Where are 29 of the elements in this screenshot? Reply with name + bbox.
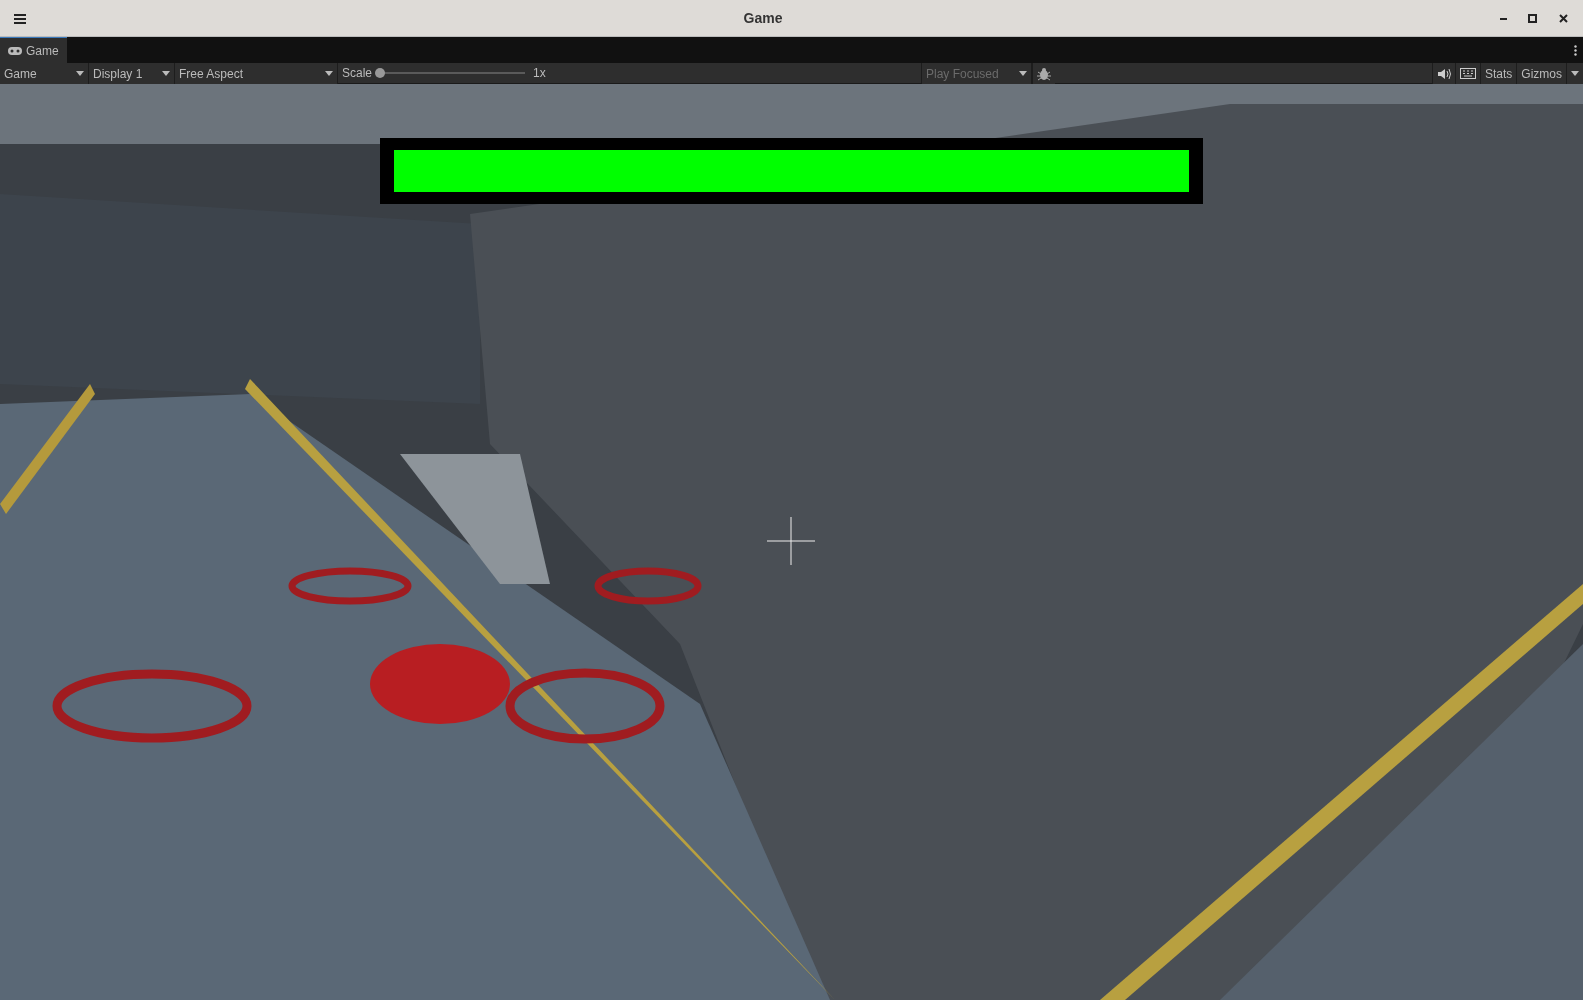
scale-slider[interactable] — [375, 68, 386, 78]
display-dropdown[interactable]: Display 1 — [89, 63, 175, 84]
mute-audio-button[interactable] — [1431, 63, 1455, 84]
caret-icon — [162, 71, 170, 76]
gamepad-icon — [8, 46, 22, 55]
scale-label: Scale — [342, 65, 373, 82]
minimize-icon — [1500, 17, 1507, 20]
stats-button[interactable]: Stats — [1479, 63, 1517, 84]
tab[interactable]: Game — [0, 37, 67, 63]
more-icon — [1574, 45, 1577, 57]
keyboard-icon — [1459, 68, 1476, 79]
view-dropdown[interactable]: Game — [0, 63, 89, 84]
window-title: Game — [743, 8, 783, 28]
caret-icon — [325, 71, 333, 76]
caret-icon — [76, 71, 84, 76]
menu-icon — [14, 13, 26, 24]
speaker-icon — [1436, 67, 1451, 80]
aspect-dropdown[interactable]: Free Aspect — [175, 63, 338, 84]
gizmos-dropdown[interactable] — [1566, 63, 1583, 84]
debug-button[interactable] — [1032, 63, 1055, 84]
maximize-icon — [1527, 13, 1538, 25]
close-icon — [1558, 13, 1569, 25]
crosshair-icon — [767, 517, 815, 565]
bug-icon — [1037, 66, 1051, 81]
gizmos-button[interactable]: Gizmos — [1516, 63, 1566, 84]
caret-icon — [1019, 71, 1027, 76]
caret-icon — [1571, 71, 1579, 76]
scale-reading: 1x — [533, 65, 546, 82]
keyboard-button[interactable] — [1454, 63, 1480, 84]
